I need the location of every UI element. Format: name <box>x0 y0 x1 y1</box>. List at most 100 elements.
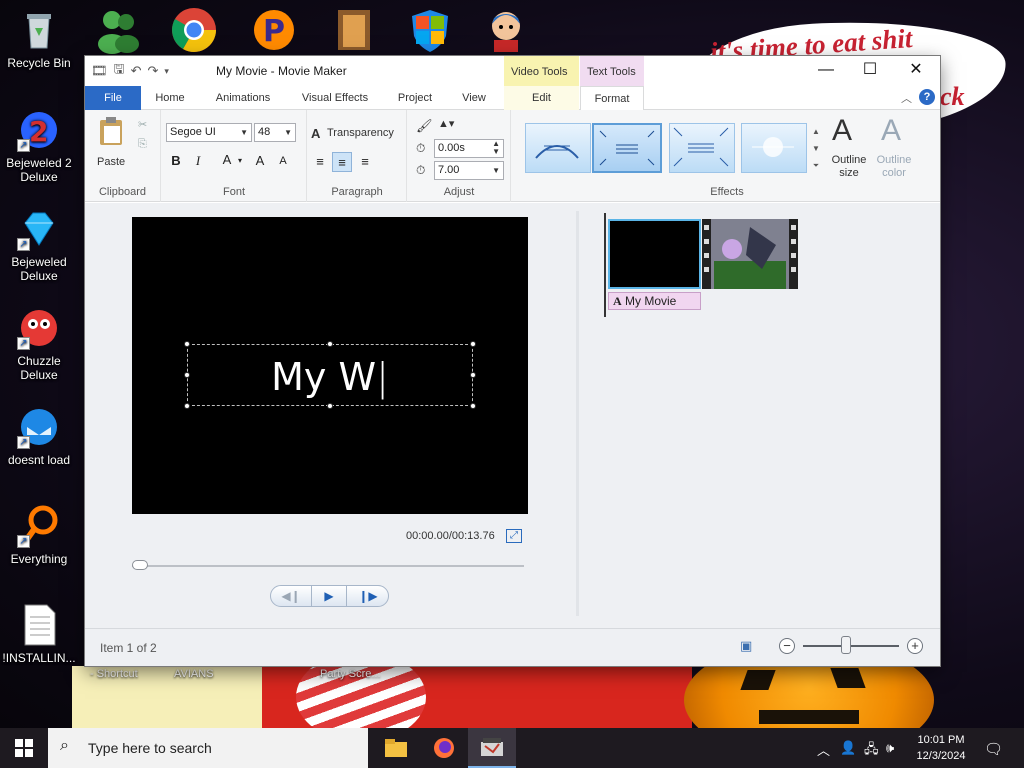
thumbnail-size-icon[interactable]: ▣ <box>740 638 760 654</box>
start-time-input[interactable]: 0.00s ▲ ▼ <box>434 139 504 158</box>
resize-handle[interactable] <box>470 341 476 347</box>
desktop-app-icon-people[interactable] <box>94 6 142 54</box>
tab-format[interactable]: Format <box>580 86 644 111</box>
undo-icon[interactable]: ↶ <box>131 63 142 79</box>
adjust-group-label: Adjust <box>443 186 475 198</box>
resize-handle[interactable] <box>327 403 333 409</box>
outline-color-icon[interactable]: A <box>881 114 901 148</box>
close-button[interactable]: ✕ <box>893 56 939 86</box>
effect-thumbnail-3[interactable] <box>669 123 735 173</box>
tab-project[interactable]: Project <box>389 86 441 110</box>
windows-security-icon[interactable] <box>406 6 454 54</box>
grow-font-button[interactable]: A <box>250 151 270 171</box>
recycle-bin-icon[interactable]: Recycle Bin <box>2 8 76 70</box>
effects-scroll-icon[interactable]: ▲ ▼ ⏷ <box>810 123 822 175</box>
seek-bar[interactable] <box>132 560 524 570</box>
volume-icon[interactable]: 🕪 <box>886 740 894 756</box>
everything-search-icon[interactable]: ↗ Everything <box>2 504 76 566</box>
storyboard-video-clip[interactable] <box>702 219 798 289</box>
resize-handle[interactable] <box>184 403 190 409</box>
firefox-icon[interactable] <box>420 728 468 768</box>
bejeweled-2-icon[interactable]: 2 ↗ Bejeweled 2 Deluxe <box>2 108 76 184</box>
play-button[interactable]: ▶ <box>311 586 347 606</box>
taskbar-clock[interactable]: 10:01 PM 12/3/2024 <box>906 732 976 764</box>
tab-visual-effects[interactable]: Visual Effects <box>291 86 379 110</box>
resize-handle[interactable] <box>470 403 476 409</box>
desktop-app-icon-p[interactable]: P <box>250 6 298 54</box>
chrome-icon[interactable] <box>170 6 218 54</box>
resize-handle[interactable] <box>184 372 190 378</box>
align-left-icon[interactable]: ≡ <box>310 152 330 172</box>
collapse-ribbon-icon[interactable]: ︿ <box>901 90 912 106</box>
copy-icon[interactable]: ⎘ <box>138 138 147 151</box>
main-area: My W| 00:00.00/00:13.76 ⤢ ◀❙ ▶ ❙▶ A My M… <box>85 203 940 628</box>
tab-file[interactable]: File <box>85 86 141 110</box>
user-status-icon[interactable]: 👤 <box>840 740 856 756</box>
text-fill-color-icon[interactable]: ▲▾ <box>438 117 454 130</box>
fullscreen-preview-icon[interactable]: ⤢ <box>506 529 522 543</box>
effect-thumbnail-4[interactable] <box>741 123 807 173</box>
pane-splitter[interactable] <box>576 211 579 616</box>
background-color-icon[interactable]: 🖌 <box>416 118 433 134</box>
start-button[interactable] <box>0 728 48 768</box>
help-icon[interactable]: ? <box>919 89 935 105</box>
spinner-icon[interactable]: ▲ ▼ <box>492 140 500 156</box>
playhead-indicator[interactable] <box>604 213 606 317</box>
caption-text-box[interactable]: My W| <box>184 341 476 409</box>
caption-text[interactable]: My W| <box>188 355 472 399</box>
title-clip-label[interactable]: A My Movie <box>608 292 701 310</box>
font-size-dropdown[interactable]: 48 ▼ <box>254 123 296 142</box>
file-explorer-icon[interactable] <box>372 728 420 768</box>
item-count-status: Item 1 of 2 <box>100 641 157 655</box>
network-icon[interactable]: 🖧 <box>864 740 879 762</box>
paste-icon[interactable] <box>97 116 125 146</box>
effect-thumbnail-2-selected[interactable] <box>592 123 662 173</box>
align-right-icon[interactable]: ≡ <box>355 152 375 172</box>
bejeweled-icon[interactable]: ↗ Bejeweled Deluxe <box>2 207 76 283</box>
effect-thumbnail-1[interactable] <box>525 123 591 173</box>
playback-controls: ◀❙ ▶ ❙▶ <box>270 585 389 607</box>
save-icon[interactable]: 🖫 <box>114 60 125 82</box>
shrink-font-button[interactable]: A <box>273 151 293 171</box>
resize-handle[interactable] <box>184 341 190 347</box>
zoom-in-button[interactable]: + <box>907 638 923 654</box>
next-frame-button[interactable]: ❙▶ <box>349 586 387 606</box>
movie-maker-taskbar-icon[interactable] <box>468 728 516 768</box>
font-color-chevron-icon[interactable]: ▾ <box>230 151 250 171</box>
customize-qat-icon[interactable]: ▾ <box>164 66 169 77</box>
desktop-app-icon-character[interactable] <box>482 6 530 54</box>
cut-icon[interactable]: ✂ <box>138 118 147 131</box>
notifications-icon[interactable]: 🗨 <box>984 740 1003 758</box>
duration-dropdown[interactable]: 7.00 ▼ <box>434 161 504 180</box>
transparency-dropdown[interactable]: Transparency <box>327 127 394 139</box>
paste-button[interactable]: Paste <box>97 156 125 168</box>
video-preview[interactable]: My W| <box>132 217 528 514</box>
text-file-icon[interactable]: !INSTALLIN... <box>2 603 76 665</box>
outline-size-icon[interactable]: A <box>832 114 852 148</box>
thunderbird-icon[interactable]: ↗ doesnt load <box>2 405 76 467</box>
tab-home[interactable]: Home <box>145 86 195 110</box>
align-center-icon[interactable]: ≡ <box>332 152 352 172</box>
zoom-slider-thumb[interactable] <box>841 636 852 654</box>
resize-handle[interactable] <box>470 372 476 378</box>
tab-edit[interactable]: Edit <box>504 86 579 110</box>
redo-icon[interactable]: ↷ <box>148 63 159 79</box>
chuzzle-icon[interactable]: ↗ Chuzzle Deluxe <box>2 306 76 382</box>
tab-animations[interactable]: Animations <box>205 86 281 110</box>
zoom-out-button[interactable]: − <box>779 638 795 654</box>
storyboard-title-clip[interactable] <box>608 219 701 289</box>
bold-button[interactable]: B <box>166 151 186 171</box>
italic-button[interactable]: I <box>188 151 208 171</box>
outline-size-button[interactable]: Outline size <box>827 154 871 180</box>
tab-view[interactable]: View <box>451 86 497 110</box>
maximize-button[interactable]: ☐ <box>847 56 893 86</box>
seek-thumb[interactable] <box>132 560 148 570</box>
show-hidden-icons-button[interactable]: ︿ <box>817 740 830 759</box>
taskbar-search-box[interactable]: ⌕ Type here to search <box>48 728 368 768</box>
outline-color-button[interactable]: Outline color <box>869 154 919 180</box>
minimize-button[interactable]: — <box>803 56 849 86</box>
resize-handle[interactable] <box>327 341 333 347</box>
desktop-app-icon-door[interactable] <box>330 6 378 54</box>
font-family-dropdown[interactable]: Segoe UI ▼ <box>166 123 252 142</box>
previous-frame-button[interactable]: ◀❙ <box>273 586 309 606</box>
